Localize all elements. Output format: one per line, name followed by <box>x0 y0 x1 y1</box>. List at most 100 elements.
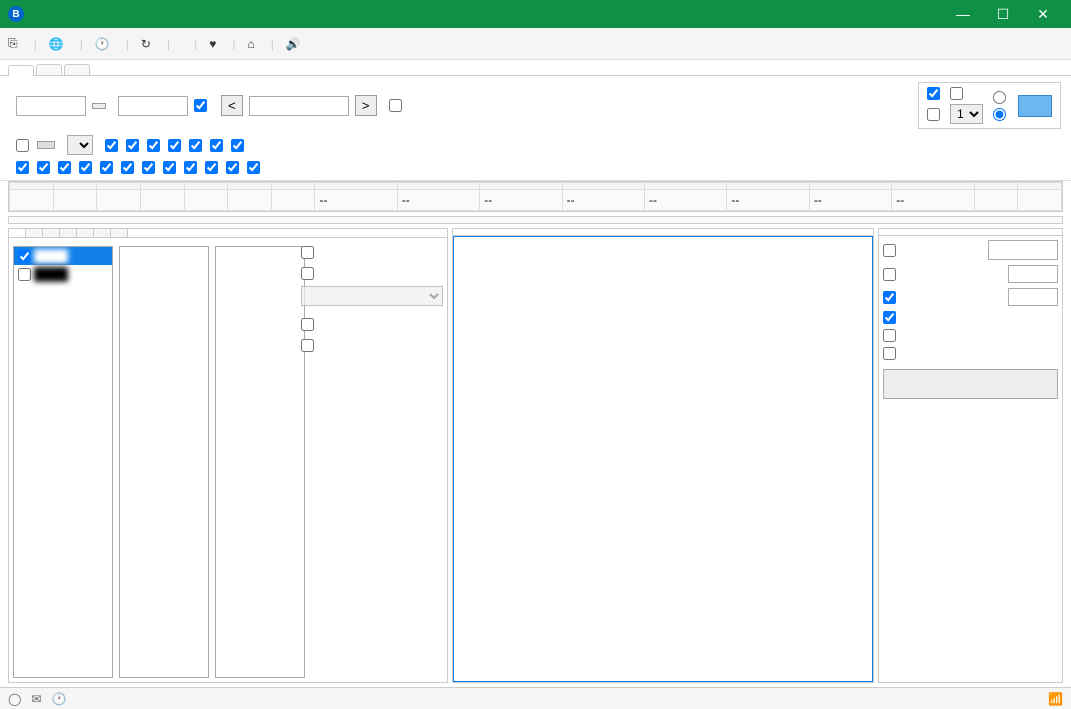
minimize-button[interactable]: — <box>943 0 983 28</box>
hide-sw[interactable] <box>37 161 52 174</box>
output-label <box>453 229 873 236</box>
train-table: ---------------- <box>8 181 1063 212</box>
col-remark[interactable] <box>1018 183 1062 190</box>
opt-success-rate[interactable] <box>301 267 443 280</box>
col-ot[interactable] <box>892 183 974 190</box>
logout-button[interactable]: ⎘ <box>8 36 22 51</box>
col-wz[interactable] <box>809 183 891 190</box>
multiquery-button[interactable] <box>37 141 55 149</box>
reserve-radio[interactable] <box>993 108 1008 121</box>
check-update-button[interactable]: ↻ <box>141 37 155 51</box>
interval-input[interactable] <box>1008 265 1058 283</box>
subtab-qq[interactable] <box>60 229 77 237</box>
trains-listbox[interactable] <box>215 246 305 678</box>
hide-yz[interactable] <box>205 161 220 174</box>
realtime-checkbox[interactable] <box>883 329 1058 342</box>
col-ed[interactable] <box>271 183 315 190</box>
col-to[interactable] <box>97 183 141 190</box>
hide-rz[interactable] <box>184 161 199 174</box>
depart-time-select[interactable] <box>67 135 93 155</box>
subtab-grab[interactable] <box>9 229 26 237</box>
col-dw[interactable] <box>480 183 562 190</box>
hide-settings-bar[interactable] <box>8 216 1063 224</box>
hide-rw[interactable] <box>121 161 136 174</box>
col-from[interactable] <box>53 183 97 190</box>
subtab-sale[interactable] <box>26 229 43 237</box>
hide-dw[interactable] <box>142 161 157 174</box>
filter-tekuai[interactable] <box>189 139 204 152</box>
remain-radio[interactable] <box>993 91 1008 104</box>
start-button[interactable] <box>883 369 1058 399</box>
col-rz[interactable] <box>645 183 727 190</box>
cdn-checkbox[interactable] <box>883 311 898 324</box>
query-button[interactable] <box>1018 95 1052 117</box>
filter-kuaisu[interactable] <box>210 139 225 152</box>
blackroom-input[interactable] <box>1008 288 1058 306</box>
hide-gr[interactable] <box>100 161 115 174</box>
tab-orders[interactable] <box>36 64 62 75</box>
shortage-checkbox[interactable] <box>883 347 1058 360</box>
opt-preseat[interactable] <box>301 318 443 331</box>
filter-other[interactable] <box>231 139 246 152</box>
seats-listbox[interactable] <box>119 246 209 678</box>
col-dur[interactable] <box>140 183 184 190</box>
hide-yd[interactable] <box>58 161 73 174</box>
adult-checkbox[interactable] <box>927 87 942 100</box>
opt-autopay[interactable] <box>301 339 443 352</box>
col-yd[interactable] <box>228 183 272 190</box>
subtab-captcha[interactable] <box>43 229 60 237</box>
toolbar: ⎘ | 🌐 | 🕐 | ↻ | | ♥ | ⌂ | 🔊 <box>0 28 1071 60</box>
hide-ed[interactable] <box>79 161 94 174</box>
col-yz[interactable] <box>727 183 809 190</box>
date-prev-button[interactable]: < <box>221 95 243 116</box>
filter-dongche[interactable] <box>147 139 162 152</box>
col-train[interactable] <box>10 183 54 190</box>
child-count-select[interactable]: 1 <box>950 104 983 124</box>
timed-input[interactable] <box>988 240 1058 260</box>
subtab-wechat[interactable] <box>94 229 111 237</box>
col-yw[interactable] <box>562 183 644 190</box>
hide-all[interactable] <box>16 161 31 174</box>
col-date[interactable] <box>974 183 1018 190</box>
col-gr[interactable] <box>315 183 397 190</box>
open-12306-button[interactable]: 🌐 <box>49 37 68 51</box>
child-checkbox[interactable] <box>927 108 942 121</box>
official-site-button[interactable]: ⌂ <box>247 37 258 51</box>
wifi-icon: 📶 <box>1048 692 1063 706</box>
hide-other[interactable] <box>247 161 262 174</box>
date-next-button[interactable]: > <box>355 95 377 116</box>
filter-all[interactable] <box>105 139 120 152</box>
opt-waitlist[interactable] <box>301 246 443 259</box>
tab-waitlist[interactable] <box>64 64 90 75</box>
to-input[interactable] <box>118 96 188 116</box>
date-input[interactable] <box>249 96 349 116</box>
blackroom-checkbox[interactable] <box>883 291 898 304</box>
col-sw[interactable] <box>184 183 228 190</box>
filter-zhida[interactable] <box>168 139 183 152</box>
vip-button[interactable]: ♥ <box>209 37 220 51</box>
tab-grab[interactable] <box>8 65 34 76</box>
hide-wz[interactable] <box>226 161 241 174</box>
close-button[interactable]: ✕ <box>1023 0 1063 28</box>
subtab-mail[interactable] <box>77 229 94 237</box>
sync-time-button[interactable]: 🕐 <box>95 37 114 51</box>
addmore-checkbox[interactable] <box>389 99 404 112</box>
col-rw[interactable] <box>397 183 479 190</box>
student-checkbox[interactable] <box>950 87 965 100</box>
log-output[interactable] <box>453 236 873 682</box>
enable-checkbox[interactable] <box>16 139 31 152</box>
subtab-autopay[interactable] <box>111 229 128 237</box>
status-row: ---------------- <box>10 190 1062 211</box>
titlebar: B — ☐ ✕ <box>0 0 1071 28</box>
passengers-listbox[interactable]: ████ ████ <box>13 246 113 678</box>
swap-button[interactable] <box>92 103 106 109</box>
opt-priority-select[interactable] <box>301 286 443 306</box>
maximize-button[interactable]: ☐ <box>983 0 1023 28</box>
from-input[interactable] <box>16 96 86 116</box>
timed-checkbox[interactable] <box>883 244 898 257</box>
filter-gaotie[interactable] <box>126 139 141 152</box>
samecity-checkbox[interactable] <box>194 99 209 112</box>
main-tabs <box>0 60 1071 76</box>
interval-checkbox[interactable] <box>883 268 898 281</box>
hide-yw[interactable] <box>163 161 178 174</box>
